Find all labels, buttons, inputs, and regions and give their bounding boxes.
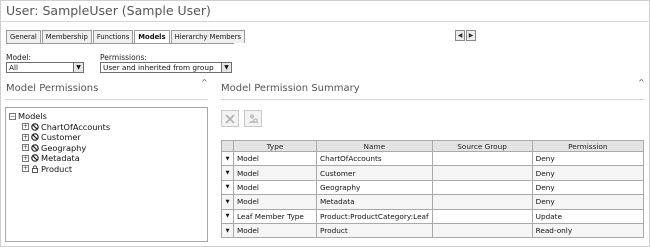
row-expand-icon[interactable]: ▼ bbox=[221, 222, 234, 239]
tree-root[interactable]: − Models bbox=[9, 111, 47, 121]
cell-type: Leaf Member Type bbox=[233, 208, 317, 224]
cell-permission: Read-only bbox=[531, 222, 645, 239]
tree-item-label: Geography bbox=[41, 142, 87, 153]
cell-permission: Deny bbox=[531, 179, 645, 196]
model-select[interactable]: All ▼ bbox=[6, 62, 84, 73]
row-expand-icon[interactable]: ▼ bbox=[221, 150, 234, 167]
permissions-select-value: User and inherited from group bbox=[103, 63, 214, 72]
tab-models[interactable]: Models bbox=[134, 30, 170, 43]
tab-functions[interactable]: Functions bbox=[92, 30, 134, 43]
cell-name: Customer bbox=[316, 165, 433, 181]
title-prefix: User: bbox=[6, 3, 39, 18]
model-tree[interactable]: − Models + ChartOfAccounts + Customer + … bbox=[5, 107, 208, 242]
expand-icon[interactable]: + bbox=[22, 154, 29, 162]
left-section-divider bbox=[5, 99, 208, 100]
right-section-divider bbox=[220, 99, 645, 100]
model-select-value: All bbox=[9, 63, 19, 72]
column-header-name[interactable]: Name bbox=[316, 140, 433, 152]
collapse-icon[interactable]: − bbox=[9, 112, 16, 120]
row-expand-icon[interactable]: ▼ bbox=[221, 165, 234, 181]
permissions-label: Permissions: bbox=[100, 53, 147, 62]
column-header-type[interactable]: Type bbox=[233, 140, 317, 152]
table-header-row: Type Name Source Group Permission bbox=[221, 140, 645, 152]
cell-type: Model bbox=[233, 165, 317, 181]
tree-item-label: ChartOfAccounts bbox=[41, 121, 111, 132]
chevron-down-icon: ▼ bbox=[73, 63, 83, 72]
tree-item-chartofaccounts[interactable]: + ChartOfAccounts bbox=[22, 122, 110, 132]
cell-source-group bbox=[431, 165, 533, 181]
cell-type: Model bbox=[233, 150, 317, 167]
deny-icon bbox=[31, 122, 39, 131]
column-header-permission[interactable]: Permission bbox=[531, 140, 645, 152]
cell-permission: Update bbox=[531, 208, 645, 224]
cell-source-group bbox=[431, 179, 533, 196]
cell-source-group bbox=[431, 150, 533, 167]
cell-name: Product bbox=[316, 222, 433, 239]
x-icon bbox=[225, 114, 235, 124]
cell-name: Geography bbox=[316, 179, 433, 196]
row-expand-icon[interactable]: ▼ bbox=[221, 179, 234, 196]
permissions-select[interactable]: User and inherited from group ▼ bbox=[100, 62, 232, 73]
tab-general[interactable]: General bbox=[6, 30, 41, 43]
permission-summary-table: Type Name Source Group Permission ▼ Mode… bbox=[221, 140, 645, 239]
tab-baseline bbox=[6, 43, 234, 44]
expand-icon[interactable]: + bbox=[22, 165, 29, 172]
cell-permission: Deny bbox=[531, 150, 645, 167]
table-row[interactable]: ▼ Model Metadata Deny bbox=[221, 194, 645, 210]
page-title: User: SampleUser (Sample User) bbox=[6, 3, 211, 18]
tab-hierarchy-members[interactable]: Hierarchy Members bbox=[170, 30, 246, 43]
chevron-down-icon: ▼ bbox=[221, 63, 231, 72]
user-search-button[interactable] bbox=[244, 110, 262, 127]
model-permission-summary-title: Model Permission Summary bbox=[221, 83, 360, 94]
model-permissions-title: Model Permissions bbox=[6, 83, 99, 94]
column-header-source-group[interactable]: Source Group bbox=[431, 140, 533, 152]
deny-icon bbox=[31, 133, 39, 141]
tree-item-geography[interactable]: + Geography bbox=[22, 143, 86, 153]
cell-name: Metadata bbox=[316, 194, 433, 210]
tree-item-label: Product bbox=[41, 163, 73, 174]
expand-icon[interactable]: + bbox=[22, 144, 29, 151]
cell-source-group bbox=[431, 208, 533, 224]
collapse-caret-icon[interactable]: ^ bbox=[201, 78, 208, 87]
tab-membership[interactable]: Membership bbox=[41, 30, 92, 43]
tree-root-label: Models bbox=[18, 111, 47, 121]
cell-type: Model bbox=[233, 222, 317, 239]
deny-icon bbox=[31, 143, 39, 152]
table-row[interactable]: ▼ Leaf Member Type Product:ProductCatego… bbox=[221, 208, 645, 224]
cell-type: Model bbox=[233, 179, 317, 196]
delete-button[interactable] bbox=[221, 110, 239, 127]
cell-source-group bbox=[431, 194, 533, 210]
row-expand-icon[interactable]: ▼ bbox=[221, 208, 234, 224]
tab-scroll-left-button[interactable]: ◀ bbox=[455, 30, 465, 41]
expand-icon[interactable]: + bbox=[22, 123, 29, 130]
tree-item-label: Metadata bbox=[41, 153, 80, 163]
row-expand-icon[interactable]: ▼ bbox=[221, 194, 234, 210]
cell-name: Product:ProductCategory:Leaf bbox=[316, 208, 433, 224]
table-row[interactable]: ▼ Model Customer Deny bbox=[221, 165, 645, 181]
table-row[interactable]: ▼ Model Geography Deny bbox=[221, 179, 645, 196]
tab-strip: General Membership Functions Models Hier… bbox=[6, 30, 246, 43]
deny-icon bbox=[31, 154, 39, 162]
user-search-icon bbox=[248, 114, 259, 124]
cell-name: ChartOfAccounts bbox=[316, 150, 433, 167]
model-label: Model: bbox=[6, 53, 32, 62]
lock-icon bbox=[32, 164, 38, 173]
column-header-expand bbox=[221, 140, 234, 152]
collapse-caret-icon[interactable]: ^ bbox=[638, 78, 645, 87]
expand-icon[interactable]: + bbox=[22, 133, 29, 141]
tree-item-label: Customer bbox=[41, 132, 81, 142]
title-divider bbox=[0, 21, 650, 22]
tree-item-metadata[interactable]: + Metadata bbox=[22, 153, 80, 163]
table-row[interactable]: ▼ Model ChartOfAccounts Deny bbox=[221, 150, 645, 167]
cell-permission: Deny bbox=[531, 165, 645, 181]
title-user: SampleUser (Sample User) bbox=[42, 3, 211, 18]
tree-item-product[interactable]: + Product bbox=[22, 164, 72, 174]
tab-scroll-right-button[interactable]: ▶ bbox=[466, 30, 476, 41]
table-row[interactable]: ▼ Model Product Read-only bbox=[221, 222, 645, 239]
tree-item-customer[interactable]: + Customer bbox=[22, 132, 81, 142]
cell-permission: Deny bbox=[531, 194, 645, 210]
cell-type: Model bbox=[233, 194, 317, 210]
cell-source-group bbox=[431, 222, 533, 239]
